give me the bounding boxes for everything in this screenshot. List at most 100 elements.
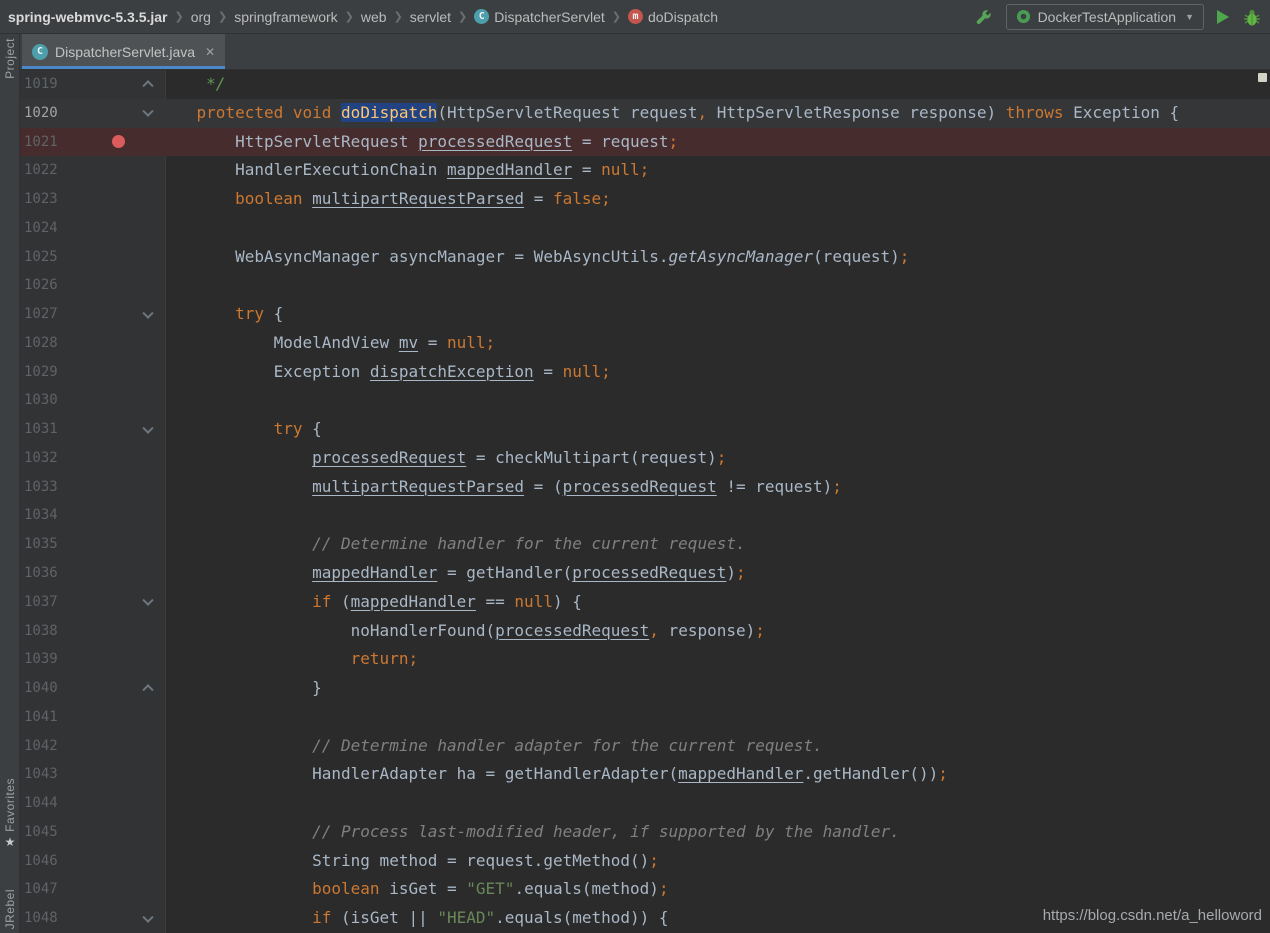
line-number[interactable]: 1035 xyxy=(24,530,58,559)
editor[interactable]: 1019 */1020 protected void doDispatch(Ht… xyxy=(20,70,1270,933)
line-number[interactable]: 1047 xyxy=(24,875,58,904)
gutter-cell[interactable]: 1019 xyxy=(20,70,158,99)
debug-bug-icon[interactable] xyxy=(1242,7,1262,27)
code-text[interactable]: try { xyxy=(158,300,1270,329)
code-text[interactable]: // Determine handler adapter for the cur… xyxy=(158,732,1270,761)
breadcrumb-item[interactable]: servlet xyxy=(410,9,451,25)
fold-down-icon[interactable] xyxy=(142,911,154,923)
line-number[interactable]: 1020 xyxy=(24,99,58,128)
code-text[interactable] xyxy=(158,789,1270,818)
line-number[interactable]: 1023 xyxy=(24,185,58,214)
line-number[interactable]: 1038 xyxy=(24,617,58,646)
gutter-cell[interactable]: 1032 xyxy=(20,444,158,473)
code-text[interactable]: boolean multipartRequestParsed = false; xyxy=(158,185,1270,214)
gutter-cell[interactable]: 1023 xyxy=(20,185,158,214)
fold-down-icon[interactable] xyxy=(142,422,154,434)
line-number[interactable]: 1045 xyxy=(24,818,58,847)
fold-down-icon[interactable] xyxy=(142,594,154,607)
gutter-cell[interactable]: 1047 xyxy=(20,875,158,904)
line-number[interactable]: 1021 xyxy=(24,128,58,157)
code-text[interactable]: ModelAndView mv = null; xyxy=(158,329,1270,358)
breadcrumb-item[interactable]: web xyxy=(361,9,387,25)
gutter-cell[interactable]: 1022 xyxy=(20,156,158,185)
line-number[interactable]: 1048 xyxy=(24,904,58,933)
gutter-cell[interactable]: 1033 xyxy=(20,473,158,502)
line-number[interactable]: 1034 xyxy=(24,501,58,530)
line-number[interactable]: 1044 xyxy=(24,789,58,818)
code-text[interactable]: */ xyxy=(158,70,1270,99)
run-configuration-select[interactable]: DockerTestApplication ▼ xyxy=(1005,3,1204,30)
breadcrumb-item[interactable]: m doDispatch xyxy=(627,9,718,25)
line-number[interactable]: 1042 xyxy=(24,732,58,761)
code-text[interactable]: noHandlerFound(processedRequest, respons… xyxy=(158,617,1270,646)
code-text[interactable] xyxy=(158,271,1270,300)
code-text[interactable]: WebAsyncManager asyncManager = WebAsyncU… xyxy=(158,243,1270,272)
gutter-cell[interactable]: 1037 xyxy=(20,588,158,617)
code-text[interactable] xyxy=(158,501,1270,530)
gutter-cell[interactable]: 1036 xyxy=(20,559,158,588)
line-number[interactable]: 1031 xyxy=(24,415,58,444)
line-number[interactable]: 1024 xyxy=(24,214,58,243)
code-text[interactable]: if (mappedHandler == null) { xyxy=(158,588,1270,617)
fold-down-icon[interactable] xyxy=(142,105,154,118)
line-number[interactable]: 1043 xyxy=(24,760,58,789)
line-number[interactable]: 1046 xyxy=(24,847,58,876)
line-number[interactable]: 1019 xyxy=(24,70,58,99)
code-text[interactable]: mappedHandler = getHandler(processedRequ… xyxy=(158,559,1270,588)
line-number[interactable]: 1036 xyxy=(24,559,58,588)
gutter-cell[interactable]: 1028 xyxy=(20,329,158,358)
tool-button-favorites[interactable]: Favorites xyxy=(3,778,17,832)
code-text[interactable]: HandlerAdapter ha = getHandlerAdapter(ma… xyxy=(158,760,1270,789)
breadcrumb-item[interactable]: C DispatcherServlet xyxy=(474,9,605,25)
tool-button-jrebel[interactable]: JRebel xyxy=(3,889,17,929)
gutter-cell[interactable]: 1045 xyxy=(20,818,158,847)
gutter-cell[interactable]: 1024 xyxy=(20,214,158,243)
gutter-cell[interactable]: 1044 xyxy=(20,789,158,818)
code-text[interactable]: Exception dispatchException = null; xyxy=(158,358,1270,387)
fold-up-icon[interactable] xyxy=(142,80,154,92)
tab-dispatcherservlet-java[interactable]: C DispatcherServlet.java ✕ xyxy=(22,34,226,69)
line-number[interactable]: 1032 xyxy=(24,444,58,473)
breadcrumb-item[interactable]: springframework xyxy=(234,9,337,25)
breadcrumb-item[interactable]: spring-webmvc-5.3.5.jar xyxy=(8,9,168,25)
code-text[interactable]: String method = request.getMethod(); xyxy=(158,847,1270,876)
breakpoint-icon[interactable] xyxy=(112,135,125,149)
gutter-cell[interactable]: 1034 xyxy=(20,501,158,530)
breadcrumb-item[interactable]: org xyxy=(191,9,211,25)
line-number[interactable]: 1033 xyxy=(24,473,58,502)
code-text[interactable]: HandlerExecutionChain mappedHandler = nu… xyxy=(158,156,1270,185)
line-number[interactable]: 1022 xyxy=(24,156,58,185)
fold-up-icon[interactable] xyxy=(142,684,154,696)
line-number[interactable]: 1028 xyxy=(24,329,58,358)
gutter-cell[interactable]: 1048 xyxy=(20,904,158,933)
line-number[interactable]: 1029 xyxy=(24,358,58,387)
gutter-cell[interactable]: 1042 xyxy=(20,732,158,761)
code-text[interactable] xyxy=(158,214,1270,243)
gutter-cell[interactable]: 1030 xyxy=(20,386,158,415)
line-number[interactable]: 1030 xyxy=(24,386,58,415)
fold-down-icon[interactable] xyxy=(142,307,154,319)
gutter-cell[interactable]: 1021 xyxy=(20,128,158,157)
gutter-cell[interactable]: 1039 xyxy=(20,645,158,674)
code-text[interactable]: HttpServletRequest processedRequest = re… xyxy=(158,128,1270,157)
gutter-cell[interactable]: 1046 xyxy=(20,847,158,876)
close-icon[interactable]: ✕ xyxy=(205,45,215,59)
run-button[interactable] xyxy=(1217,9,1229,24)
line-number[interactable]: 1025 xyxy=(24,243,58,272)
code-text[interactable]: // Process last-modified header, if supp… xyxy=(158,818,1270,847)
gutter-cell[interactable]: 1025 xyxy=(20,243,158,272)
code-text[interactable]: multipartRequestParsed = (processedReque… xyxy=(158,473,1270,502)
gutter-cell[interactable]: 1029 xyxy=(20,358,158,387)
gutter-cell[interactable]: 1027 xyxy=(20,300,158,329)
line-number[interactable]: 1041 xyxy=(24,703,58,732)
gutter-cell[interactable]: 1038 xyxy=(20,617,158,646)
code-text[interactable]: return; xyxy=(158,645,1270,674)
line-number[interactable]: 1027 xyxy=(24,300,58,329)
code-text[interactable]: try { xyxy=(158,415,1270,444)
code-text[interactable]: boolean isGet = "GET".equals(method); xyxy=(158,875,1270,904)
gutter-cell[interactable]: 1035 xyxy=(20,530,158,559)
gutter-cell[interactable]: 1031 xyxy=(20,415,158,444)
code-text[interactable]: } xyxy=(158,674,1270,703)
wrench-icon[interactable] xyxy=(975,8,993,26)
code-text[interactable]: processedRequest = checkMultipart(reques… xyxy=(158,444,1270,473)
